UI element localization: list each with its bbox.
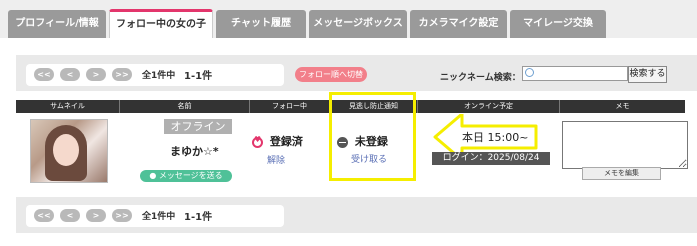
bottom-pager: << < > >> 全1件中 1-1件: [26, 205, 284, 227]
chat-bubble-icon: ●: [149, 171, 157, 180]
pager-range-text: 1-1件: [184, 71, 213, 82]
notify-status-label: 未登録: [354, 135, 388, 148]
send-message-label: メッセージを送る: [158, 171, 223, 180]
pager-last-button[interactable]: >>: [112, 209, 132, 222]
header-following: フォロー中: [250, 100, 330, 113]
pager-first-button[interactable]: <<: [34, 68, 54, 81]
pager-first-button[interactable]: <<: [34, 209, 54, 222]
memo-textarea[interactable]: [562, 121, 688, 169]
nickname-search-input[interactable]: [522, 66, 628, 81]
header-online-plan: オンライン予定: [418, 100, 560, 113]
pager-prev-button[interactable]: <: [60, 68, 80, 81]
tab-following-girls[interactable]: フォロー中の女の子: [109, 9, 213, 39]
tab-profile[interactable]: プロフィール/情報: [8, 10, 106, 38]
pager-next-button[interactable]: >: [86, 209, 106, 222]
tab-message-box[interactable]: メッセージボックス: [309, 10, 407, 38]
pager-range-text: 1-1件: [184, 212, 213, 223]
search-button[interactable]: 検索する: [628, 66, 667, 83]
unfollow-link[interactable]: 解除: [267, 153, 285, 166]
top-pager: << < > >> 全1件中 1-1件: [26, 64, 284, 86]
send-message-button[interactable]: ● メッセージを送る: [140, 170, 232, 182]
tab-bar: プロフィール/情報 フォロー中の女の子 チャット履歴 メッセージボックス カメラ…: [0, 0, 697, 39]
edit-memo-button[interactable]: メモを編集: [582, 167, 661, 180]
online-plan-text: 本日 15:00~: [462, 131, 529, 144]
follow-status: 登録済: [252, 133, 303, 149]
notify-status: 未登録: [337, 133, 388, 149]
thumbnail-image[interactable]: [30, 119, 108, 183]
pager-prev-button[interactable]: <: [60, 209, 80, 222]
receive-notify-link[interactable]: 受け取る: [351, 152, 387, 165]
header-memo: メモ: [615, 102, 630, 110]
follow-status-label: 登録済: [269, 135, 303, 148]
heart-icon: [252, 135, 263, 148]
header-name: 名前: [120, 100, 250, 113]
last-login-bar: ログイン：2025/08/24: [432, 152, 550, 165]
tab-chat-history[interactable]: チャット履歴: [216, 10, 306, 38]
pager-total-text: 全1件中: [142, 71, 176, 81]
tab-mileage-exchange[interactable]: マイレージ交換: [510, 10, 606, 38]
minus-circle-icon: [337, 136, 348, 148]
girl-name[interactable]: まゆか☆*: [170, 143, 219, 159]
follow-order-toggle-button[interactable]: フォロー順へ切替: [295, 67, 367, 82]
pager-next-button[interactable]: >: [86, 68, 106, 81]
pager-total-text: 全1件中: [142, 212, 176, 222]
header-thumbnail: サムネイル: [16, 100, 120, 113]
pager-last-button[interactable]: >>: [112, 68, 132, 81]
nickname-search-label: ニックネーム検索：: [440, 73, 521, 83]
offline-status-badge: オフライン: [164, 119, 232, 134]
tab-camera-mic-settings[interactable]: カメラマイク設定: [410, 10, 507, 38]
search-icon: [525, 68, 534, 77]
thumbnail-face: [53, 134, 79, 166]
